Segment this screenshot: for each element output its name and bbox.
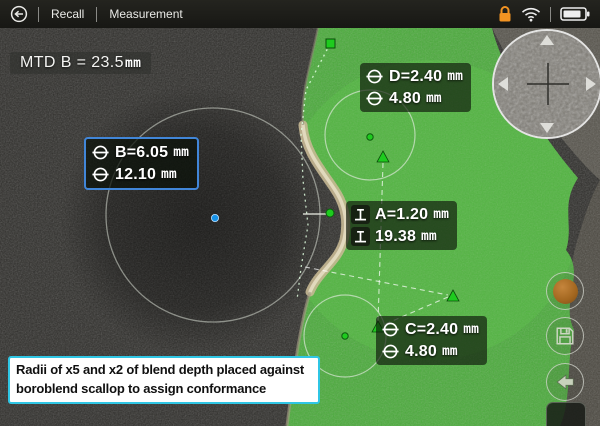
measurement-label-c[interactable]: C=2.40 mm 4.80 mm — [376, 316, 487, 365]
unit: mm — [426, 91, 442, 106]
measurement-value: 4.80 — [389, 90, 421, 108]
toolbar-divider — [96, 7, 97, 22]
battery-icon — [560, 6, 590, 22]
toolbar-divider — [38, 7, 39, 22]
unit: mm — [442, 344, 458, 359]
measurement-label-a[interactable]: A=1.20 mm 19.38 mm — [346, 201, 457, 250]
toolbar-divider — [550, 7, 551, 22]
crosshair-icon — [547, 63, 549, 105]
pad-down-arrow-icon[interactable] — [540, 123, 554, 133]
circle-measure-icon — [365, 67, 384, 86]
mtd-readout: MTD B = 23.5mm — [10, 52, 151, 74]
wifi-icon — [521, 7, 541, 22]
unit: mm — [125, 56, 141, 71]
annotation-text: Radii of x5 and x2 of blend depth placed… — [16, 362, 304, 396]
pad-up-arrow-icon[interactable] — [540, 35, 554, 45]
zoom-pad[interactable] — [492, 29, 600, 139]
unit: mm — [433, 207, 449, 222]
circle-c-center-point[interactable] — [342, 333, 348, 339]
measurement-value: 19.38 — [375, 228, 416, 246]
status-icons — [498, 5, 590, 23]
measurement-value: 4.80 — [405, 343, 437, 361]
circle-measure-icon — [365, 89, 384, 108]
measurement-value: 12.10 — [115, 166, 156, 184]
circle-measure-icon — [381, 320, 400, 339]
back-circle-icon[interactable] — [10, 5, 28, 23]
live-image-button[interactable] — [546, 272, 584, 310]
measurement-value: C=2.40 — [405, 321, 458, 339]
circle-d-center-point[interactable] — [367, 134, 373, 140]
pad-left-arrow-icon[interactable] — [498, 77, 508, 91]
back-nav-button[interactable] — [546, 363, 584, 401]
top-toolbar: Recall Measurement — [0, 0, 600, 28]
circle-b-center-point[interactable] — [211, 214, 218, 221]
measurement-button[interactable]: Measurement — [107, 7, 184, 21]
reference-handle-square[interactable] — [326, 39, 335, 48]
pad-right-arrow-icon[interactable] — [586, 77, 596, 91]
unit: mm — [161, 167, 177, 182]
measurement-value: D=2.40 — [389, 68, 442, 86]
recall-button[interactable]: Recall — [49, 7, 86, 21]
circle-measure-icon — [91, 165, 110, 184]
mtd-value: MTD B = 23.5 — [20, 54, 124, 72]
floppy-save-icon — [554, 325, 576, 347]
circle-measure-icon — [91, 143, 110, 162]
point-to-line-icon — [351, 227, 370, 246]
annotation-note[interactable]: Radii of x5 and x2 of blend depth placed… — [8, 356, 320, 404]
measurement-screen: Recall Measurement — [0, 0, 600, 426]
unit: mm — [463, 322, 479, 337]
unit: mm — [447, 69, 463, 84]
lock-icon — [498, 5, 512, 23]
save-button[interactable] — [546, 317, 584, 355]
menu-button-partial[interactable] — [546, 402, 586, 426]
live-thumbnail-icon — [553, 279, 578, 304]
measurement-label-d[interactable]: D=2.40 mm 4.80 mm — [360, 63, 471, 112]
depth-a-point[interactable] — [326, 209, 334, 217]
unit: mm — [173, 145, 189, 160]
point-to-line-icon — [351, 205, 370, 224]
measurement-value: B=6.05 — [115, 144, 168, 162]
measurement-value: A=1.20 — [375, 206, 428, 224]
measurement-label-b[interactable]: B=6.05 mm 12.10 mm — [84, 137, 199, 190]
circle-measure-icon — [381, 342, 400, 361]
left-arrow-icon — [554, 371, 576, 393]
unit: mm — [421, 229, 437, 244]
